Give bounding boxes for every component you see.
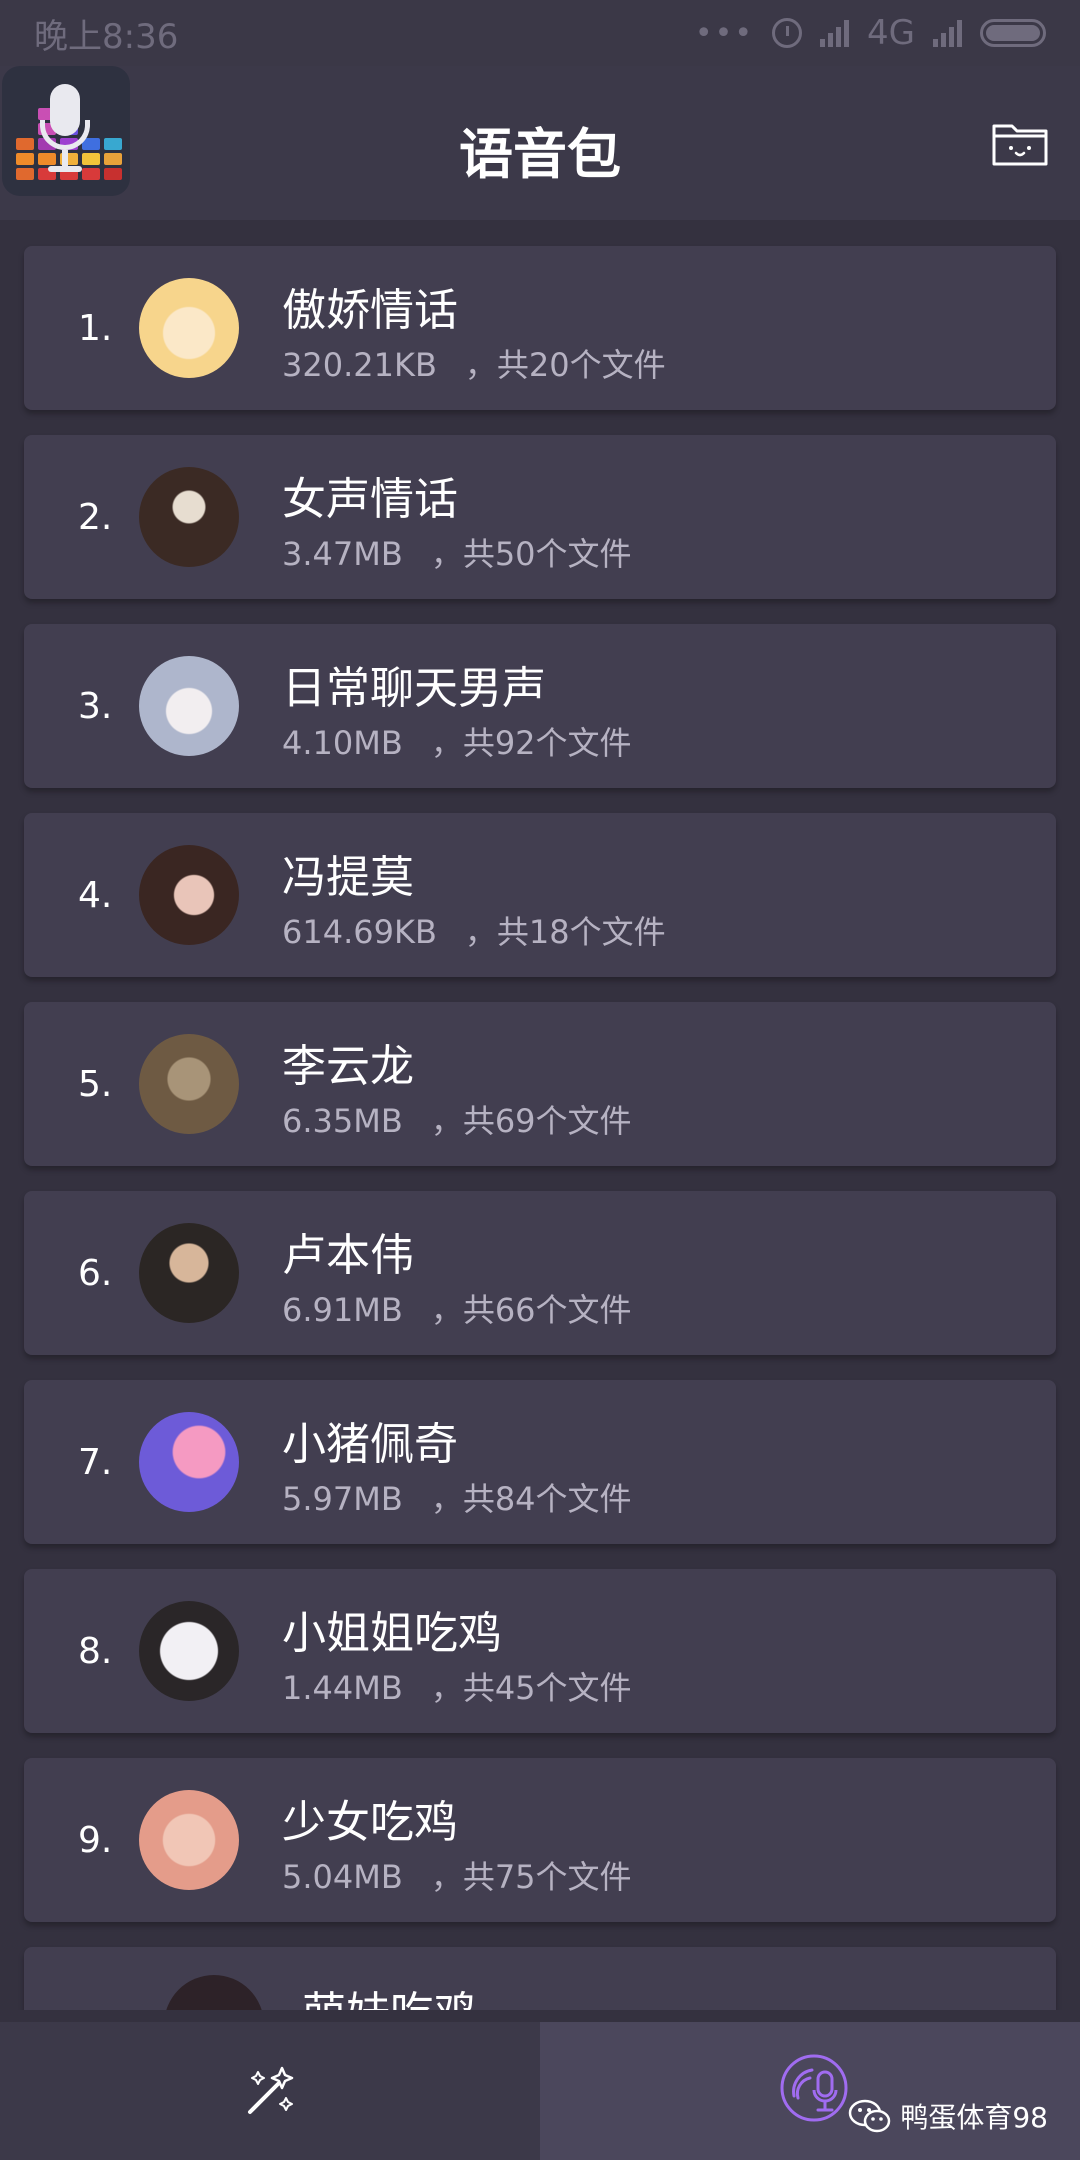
item-index: 4.	[78, 875, 113, 916]
item-meta: 6.91MB ，共66个文件	[282, 1285, 632, 1331]
item-meta: 3.47MB ，共50个文件	[282, 529, 632, 575]
item-size: 320.21KB	[282, 346, 437, 384]
avatar	[139, 656, 239, 756]
item-file-count: ，共45个文件	[430, 1669, 632, 1707]
item-size: 3.47MB	[282, 535, 403, 573]
item-name: 李云龙	[282, 1041, 414, 1092]
avatar	[139, 467, 239, 567]
item-file-count: ，共69个文件	[430, 1102, 632, 1140]
item-size: 614.69KB	[282, 913, 437, 951]
tab-effects[interactable]	[0, 2022, 540, 2160]
item-file-count: ，共20个文件	[464, 346, 666, 384]
item-name: 少女吃鸡	[282, 1797, 458, 1848]
watermark: 鸭蛋体育98	[848, 2096, 1048, 2136]
wechat-icon	[849, 2099, 891, 2133]
item-name: 日常聊天男声	[282, 663, 546, 714]
item-file-count: ，共50个文件	[430, 535, 632, 573]
item-index: 5.	[78, 1064, 113, 1105]
avatar	[164, 1975, 264, 2010]
item-name: 女声情话	[282, 474, 458, 525]
item-size: 1.44MB	[282, 1669, 403, 1707]
list-item[interactable]: 6. 卢本伟 6.91MB ，共66个文件	[24, 1191, 1056, 1355]
item-meta: 4.10MB ，共92个文件	[282, 718, 632, 764]
avatar	[139, 1601, 239, 1701]
item-file-count: ，共66个文件	[430, 1291, 632, 1329]
item-size: 5.97MB	[282, 1480, 403, 1518]
list-viewport: 1. 傲娇情话 320.21KB ，共20个文件 2. 女声情话 3.47MB ，共…	[0, 0, 1080, 2010]
avatar	[139, 1223, 239, 1323]
list-item[interactable]: 5. 李云龙 6.35MB ，共69个文件	[24, 1002, 1056, 1166]
item-meta: 320.21KB ，共20个文件	[282, 340, 666, 386]
item-file-count: ，共18个文件	[464, 913, 666, 951]
item-meta: 5.97MB ，共84个文件	[282, 1474, 632, 1520]
item-index: 2.	[78, 497, 113, 538]
item-meta: 614.69KB ，共18个文件	[282, 907, 666, 953]
item-meta: 5.04MB ，共75个文件	[282, 1852, 632, 1898]
avatar	[139, 278, 239, 378]
item-index: 1.	[78, 308, 113, 349]
item-meta: 1.44MB ，共45个文件	[282, 1663, 632, 1709]
item-file-count: ，共84个文件	[430, 1480, 632, 1518]
item-name: 小姐姐吃鸡	[282, 1608, 502, 1659]
avatar	[139, 845, 239, 945]
item-size: 5.04MB	[282, 1858, 403, 1896]
item-meta: 6.35MB ，共69个文件	[282, 1096, 632, 1142]
item-index: 3.	[78, 686, 113, 727]
item-index: 8.	[78, 1631, 113, 1672]
item-index: 7.	[78, 1442, 113, 1483]
list-item[interactable]: 萌妹吃鸡	[24, 1947, 1056, 2010]
list-item[interactable]: 7. 小猪佩奇 5.97MB ，共84个文件	[24, 1380, 1056, 1544]
list-item[interactable]: 1. 傲娇情话 320.21KB ，共20个文件	[24, 246, 1056, 410]
item-index: 9.	[78, 1820, 113, 1861]
list-item[interactable]: 2. 女声情话 3.47MB ，共50个文件	[24, 435, 1056, 599]
watermark-text: 鸭蛋体育98	[900, 2101, 1048, 2134]
tab-voice-packs[interactable]: 鸭蛋体育98	[540, 2022, 1080, 2160]
item-size: 6.91MB	[282, 1291, 403, 1329]
bottom-navigation: 鸭蛋体育98	[0, 2022, 1080, 2160]
item-index: 6.	[78, 1253, 113, 1294]
avatar	[139, 1412, 239, 1512]
list-item[interactable]: 3. 日常聊天男声 4.10MB ，共92个文件	[24, 624, 1056, 788]
item-name: 卢本伟	[282, 1230, 414, 1281]
item-file-count: ，共75个文件	[430, 1858, 632, 1896]
item-name: 傲娇情话	[282, 285, 458, 336]
avatar	[139, 1790, 239, 1890]
voice-pack-icon	[780, 2054, 848, 2122]
item-size: 6.35MB	[282, 1102, 403, 1140]
list-item[interactable]: 8. 小姐姐吃鸡 1.44MB ，共45个文件	[24, 1569, 1056, 1733]
list-item[interactable]: 9. 少女吃鸡 5.04MB ，共75个文件	[24, 1758, 1056, 1922]
item-size: 4.10MB	[282, 724, 403, 762]
avatar	[139, 1034, 239, 1134]
magic-wand-icon	[248, 2066, 294, 2114]
list-item[interactable]: 4. 冯提莫 614.69KB ，共18个文件	[24, 813, 1056, 977]
item-name: 萌妹吃鸡	[302, 1977, 478, 2010]
item-name: 冯提莫	[282, 852, 414, 903]
item-file-count: ，共92个文件	[430, 724, 632, 762]
item-name: 小猪佩奇	[282, 1419, 458, 1470]
